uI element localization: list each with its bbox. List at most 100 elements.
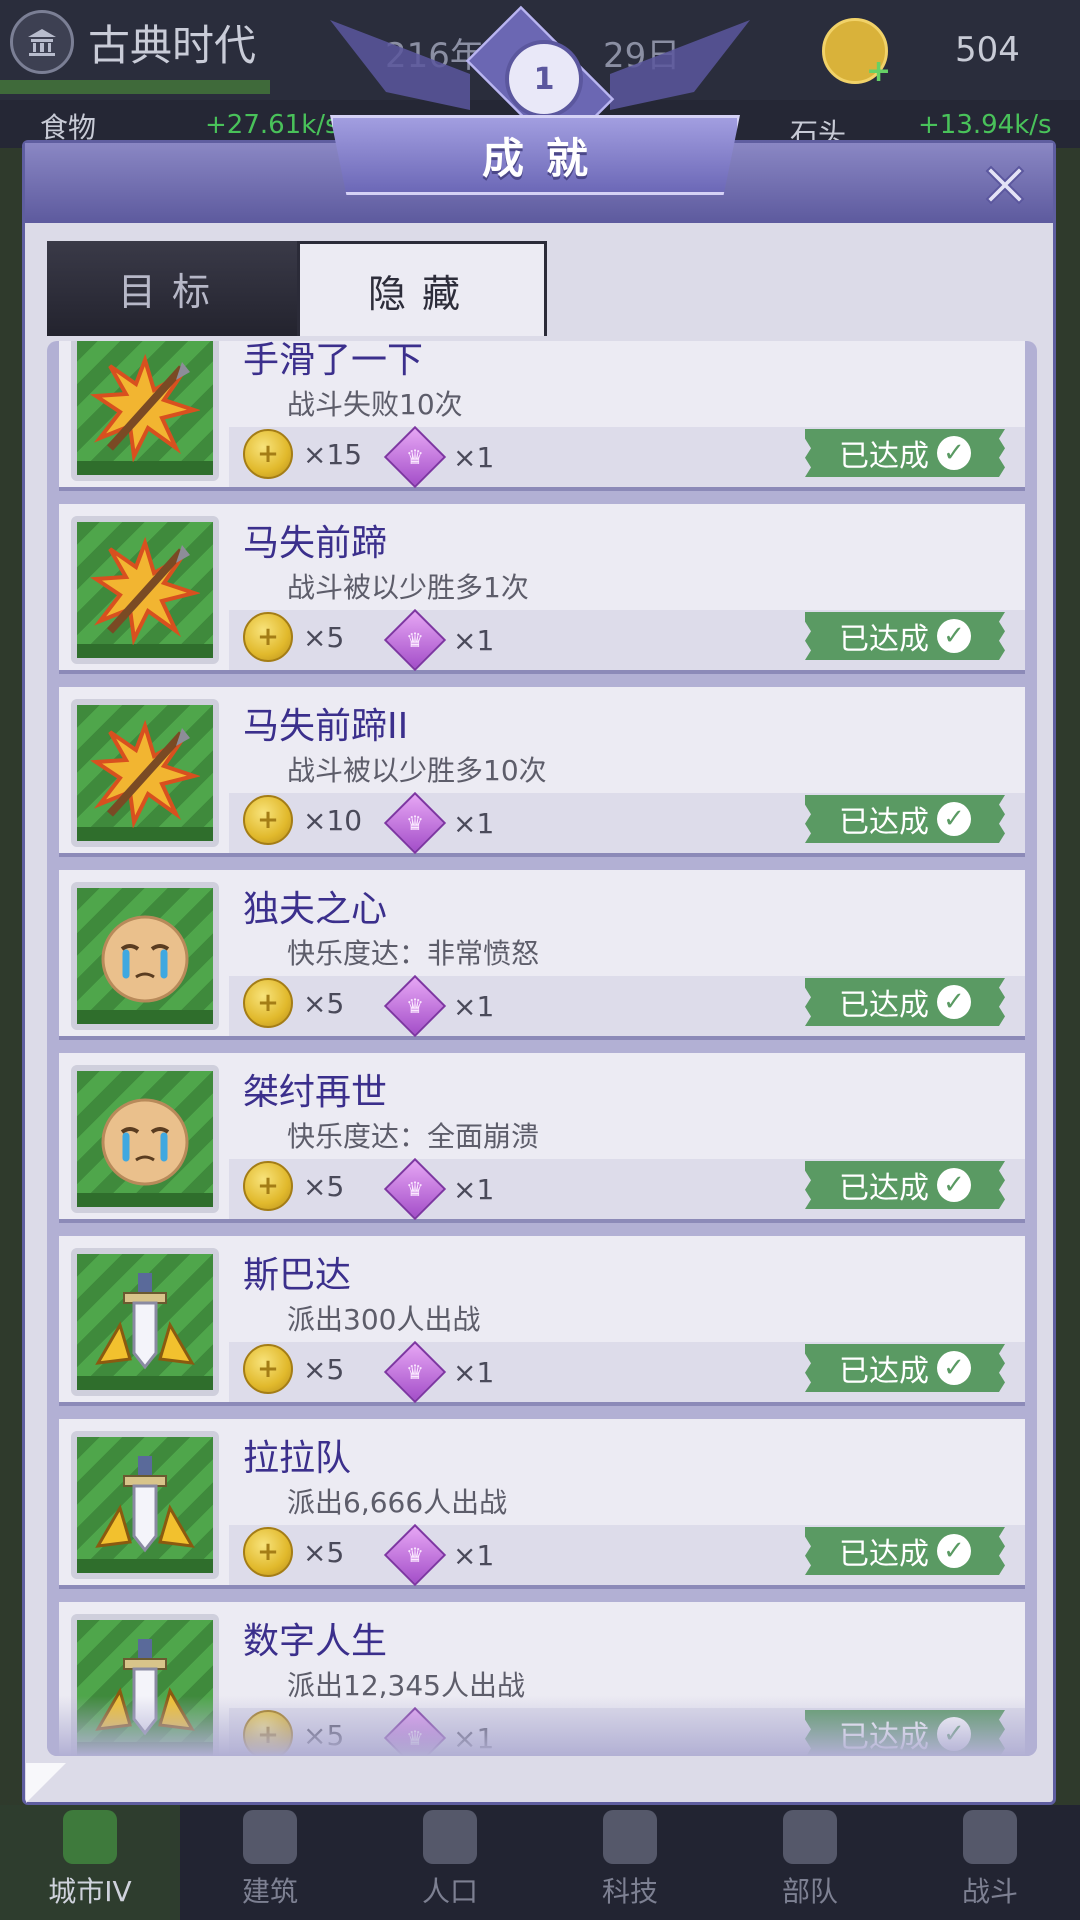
achievement-description: 战斗被以少胜多1次 (287, 571, 529, 604)
achievement-name: 桀纣再世 (243, 1072, 388, 1113)
coin-quantity: ×5 (303, 986, 345, 1020)
coin-reward: + ×5 (243, 1344, 344, 1394)
achievement-thumbnail (71, 1065, 219, 1213)
achievement-thumbnail (71, 516, 219, 664)
achievement-description: 快乐度达：非常愤怒 (287, 937, 540, 970)
gem-quantity: ×1 (453, 623, 495, 657)
book-icon (603, 1810, 657, 1864)
coin-quantity: ×5 (303, 1535, 345, 1569)
achievement-row[interactable]: 斯巴达 派出300人出战 + ×5 ♛ ×1 已达成 ✓ (59, 1236, 1025, 1406)
person-icon (423, 1810, 477, 1864)
gem-quantity: ×1 (453, 989, 495, 1023)
achievement-thumbnail (71, 341, 219, 481)
nav-label: 战斗 (961, 1875, 1018, 1908)
spear-explosion-icon (77, 522, 213, 658)
coin-quantity: ×15 (303, 437, 363, 471)
add-coins-icon[interactable]: + (866, 54, 891, 89)
crying-face-icon (77, 1071, 213, 1207)
achievement-name: 马失前蹄II (243, 706, 409, 747)
coin-icon: + (243, 795, 293, 845)
achievement-name: 手滑了一下 (243, 341, 424, 381)
nav-battle[interactable]: 战斗 (900, 1805, 1080, 1920)
nav-population[interactable]: 人口 (360, 1805, 540, 1920)
achievement-description: 派出300人出战 (287, 1303, 481, 1336)
checkmark-icon: ✓ (937, 985, 971, 1019)
completed-label: 已达成 (839, 1354, 929, 1389)
achievement-row[interactable]: 马失前蹄 战斗被以少胜多1次 + ×5 ♛ ×1 已达成 ✓ (59, 504, 1025, 674)
nav-technology[interactable]: 科技 (540, 1805, 720, 1920)
tab-label: 隐藏 (367, 271, 476, 316)
coin-icon: + (243, 1527, 293, 1577)
completed-badge: 已达成 ✓ (805, 1161, 1005, 1209)
checkmark-icon: ✓ (937, 619, 971, 653)
completed-badge: 已达成 ✓ (805, 612, 1005, 660)
achievement-row[interactable]: 独夫之心 快乐度达：非常愤怒 + ×5 ♛ ×1 已达成 ✓ (59, 870, 1025, 1040)
crying-face-icon (77, 888, 213, 1024)
food-rate: +27.61k/s (205, 110, 339, 140)
title-ribbon: 成就 (330, 115, 740, 195)
achievement-description: 战斗失败10次 (287, 388, 463, 421)
gem-icon: ♛ (383, 1340, 447, 1404)
stone-rate: +13.94k/s (918, 110, 1052, 140)
achievement-row[interactable]: 拉拉队 派出6,666人出战 + ×5 ♛ ×1 已达成 ✓ (59, 1419, 1025, 1589)
achievement-name: 马失前蹄 (243, 523, 388, 564)
gem-icon: ♛ (383, 1157, 447, 1221)
nav-label: 城市IV (48, 1875, 132, 1908)
completed-badge: 已达成 ✓ (805, 1527, 1005, 1575)
coin-icon: + (243, 1161, 293, 1211)
achievement-list[interactable]: 手滑了一下 战斗失败10次 + ×15 ♛ ×1 已达成 ✓ 马失前蹄 战斗被以… (47, 341, 1037, 1756)
tab-goals[interactable]: 目标 (47, 241, 297, 336)
sword-icon (77, 1254, 213, 1390)
achievement-description: 派出6,666人出战 (287, 1486, 508, 1519)
achievement-thumbnail (71, 699, 219, 847)
gem-reward: ♛ ×1 (383, 608, 495, 672)
spear-explosion-icon (77, 341, 213, 475)
completed-label: 已达成 (839, 1537, 929, 1572)
tab-hidden[interactable]: 隐藏 (297, 241, 547, 336)
era-label: 古典时代 (88, 20, 257, 70)
gem-quantity: ×1 (453, 1172, 495, 1206)
coin-quantity: ×5 (303, 1352, 345, 1386)
nav-troops[interactable]: 部队 (720, 1805, 900, 1920)
coin-reward: + ×15 (243, 429, 362, 479)
nav-city[interactable]: 城市IV (0, 1805, 180, 1920)
gem-icon: ♛ (383, 425, 447, 489)
era-indicator[interactable]: 古典时代 (10, 10, 256, 74)
completed-label: 已达成 (839, 988, 929, 1023)
completed-badge: 已达成 ✓ (805, 1344, 1005, 1392)
achievement-row[interactable]: 手滑了一下 战斗失败10次 + ×15 ♛ ×1 已达成 ✓ (59, 341, 1025, 491)
tab-label: 目标 (117, 270, 226, 314)
coin-reward: + ×5 (243, 612, 344, 662)
corner-arrow-icon (26, 1763, 66, 1803)
achievement-row[interactable]: 桀纣再世 快乐度达：全面崩溃 + ×5 ♛ ×1 已达成 ✓ (59, 1053, 1025, 1223)
castle-icon (63, 1810, 117, 1864)
era-progress-bar (0, 80, 270, 94)
completed-badge: 已达成 ✓ (805, 795, 1005, 843)
bottom-navigation: 城市IV 建筑 人口 科技 部队 战斗 (0, 1805, 1080, 1920)
completed-label: 已达成 (839, 622, 929, 657)
close-button[interactable] (973, 153, 1037, 217)
list-fade (47, 1696, 1037, 1756)
nav-label: 建筑 (241, 1875, 298, 1908)
close-icon (985, 165, 1025, 205)
achievement-thumbnail (71, 1248, 219, 1396)
gem-reward: ♛ ×1 (383, 1340, 494, 1404)
achievement-row[interactable]: 马失前蹄II 战斗被以少胜多10次 + ×10 ♛ ×1 已达成 ✓ (59, 687, 1025, 857)
checkmark-icon: ✓ (937, 1534, 971, 1568)
coin-count: 504 (955, 30, 1020, 70)
nav-buildings[interactable]: 建筑 (180, 1805, 360, 1920)
achievement-name: 拉拉队 (243, 1438, 352, 1479)
completed-label: 已达成 (839, 439, 929, 474)
achievement-name: 斯巴达 (243, 1255, 352, 1296)
checkmark-icon: ✓ (937, 1168, 971, 1202)
nav-label: 部队 (781, 1875, 838, 1908)
gem-reward: ♛ ×1 (383, 1523, 494, 1587)
nav-label: 人口 (421, 1875, 478, 1908)
checkmark-icon: ✓ (937, 1351, 971, 1385)
spear-explosion-icon (77, 705, 213, 841)
tab-bar: 目标 隐藏 (47, 241, 547, 336)
completed-badge: 已达成 ✓ (805, 429, 1005, 477)
coin-quantity: ×5 (303, 620, 345, 654)
coin-icon: + (243, 429, 293, 479)
dialog-title: 成就 (481, 133, 610, 183)
